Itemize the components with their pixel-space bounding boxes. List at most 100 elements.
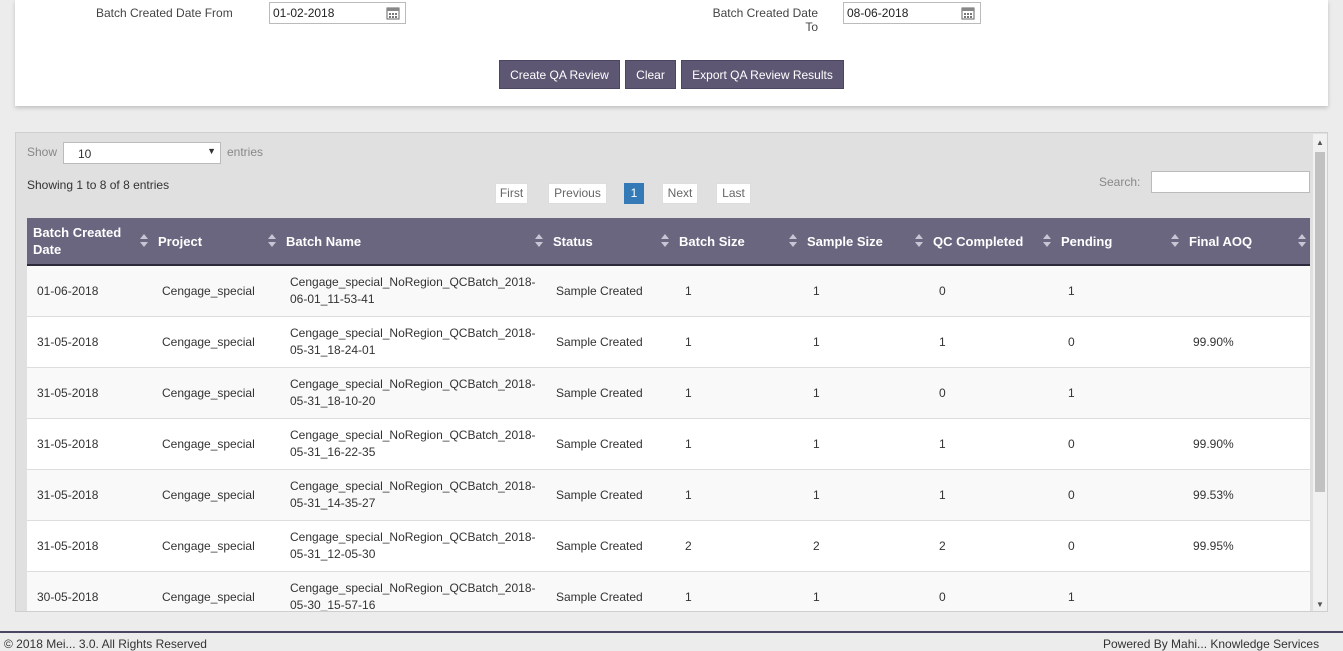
sort-arrows-icon[interactable] [535, 234, 543, 248]
sample-size-cell: 1 [813, 589, 820, 604]
vertical-scrollbar[interactable]: ▲ ▼ [1313, 134, 1327, 611]
sort-arrows-icon[interactable] [1171, 234, 1179, 248]
clear-button[interactable]: Clear [625, 60, 676, 89]
scrollbar-thumb[interactable] [1315, 152, 1325, 492]
date-from-input[interactable]: 01-02-2018 [269, 2, 406, 24]
pagination-first[interactable]: First [495, 183, 528, 204]
project-cell: Cengage_special [162, 487, 255, 502]
batch-name-cell: Cengage_special_NoRegion_QCBatch_2018-05… [290, 530, 536, 561]
date-to-value: 08-06-2018 [847, 6, 909, 20]
table-body: 01-06-2018 Cengage_special Cengage_special… [27, 266, 1310, 611]
batch-created-date-cell: 01-06-2018 [37, 283, 99, 298]
entries-select-value: 10 [78, 147, 92, 161]
pagination-next[interactable]: Next [662, 183, 698, 204]
column-header-label: QC Completed [933, 233, 1024, 249]
sample-size-cell: 1 [813, 385, 820, 400]
status-cell: Sample Created [556, 589, 643, 604]
batch-name-cell: Cengage_special_NoRegion_QCBatch_2018-05… [290, 326, 536, 357]
pending-cell: 0 [1068, 436, 1075, 451]
table-row: 31-05-2018 Cengage_special Cengage_special… [27, 419, 1310, 470]
batch-size-cell: 1 [685, 283, 692, 298]
column-header-label: Project [158, 233, 203, 249]
pagination-last[interactable]: Last [716, 183, 751, 204]
scroll-up-icon[interactable]: ▲ [1316, 138, 1324, 147]
sort-arrows-icon[interactable] [789, 234, 797, 248]
table-row: 31-05-2018 Cengage_special Cengage_special… [27, 317, 1310, 368]
status-cell: Sample Created [556, 487, 643, 502]
column-header-pending[interactable]: Pending [1055, 218, 1183, 264]
calendar-icon[interactable] [961, 6, 975, 20]
table-row: 30-05-2018 Cengage_special Cengage_special… [27, 572, 1310, 611]
qc-completed-cell: 1 [939, 334, 946, 349]
pagination-page-1[interactable]: 1 [624, 183, 644, 204]
column-header-batch-size[interactable]: Batch Size [673, 218, 801, 264]
final-aoq-cell: 99.90% [1193, 334, 1234, 349]
date-to-label-line1: Batch Created Date [712, 6, 818, 20]
create-qa-review-button[interactable]: Create QA Review [499, 60, 620, 89]
batch-size-cell: 1 [685, 385, 692, 400]
column-header-sample-size[interactable]: Sample Size [801, 218, 927, 264]
scroll-down-icon[interactable]: ▼ [1316, 600, 1324, 609]
date-to-input[interactable]: 08-06-2018 [843, 2, 981, 24]
search-label: Search: [1099, 175, 1141, 189]
batch-created-date-cell: 30-05-2018 [37, 589, 99, 604]
pagination-previous[interactable]: Previous [548, 183, 607, 204]
date-from-label: Batch Created Date From [96, 6, 233, 20]
project-cell: Cengage_special [162, 538, 255, 553]
results-table-panel: Show 10 ▼ entries Showing 1 to 8 of 8 en… [15, 132, 1328, 612]
column-header-label: Batch Created Date [33, 225, 122, 257]
project-cell: Cengage_special [162, 334, 255, 349]
status-cell: Sample Created [556, 538, 643, 553]
column-header-project[interactable]: Project [152, 218, 280, 264]
column-header-label: Status [553, 233, 593, 249]
pending-cell: 0 [1068, 538, 1075, 553]
sample-size-cell: 1 [813, 334, 820, 349]
table-info: Showing 1 to 8 of 8 entries [27, 178, 170, 192]
batch-size-cell: 1 [685, 436, 692, 451]
column-header-batch-name[interactable]: Batch Name [280, 218, 547, 264]
show-label: Show [27, 145, 58, 159]
pending-cell: 0 [1068, 487, 1075, 502]
column-header-label: Final AOQ [1189, 233, 1253, 249]
pending-cell: 1 [1068, 589, 1075, 604]
export-qa-review-results-button[interactable]: Export QA Review Results [681, 60, 844, 89]
qc-completed-cell: 2 [939, 538, 946, 553]
column-header-label: Batch Name [286, 233, 362, 249]
table-header: Batch Created Date Project Batch Name Statu… [27, 218, 1310, 266]
column-header-batch-created-date[interactable]: Batch Created Date [27, 218, 152, 264]
footer-powered-by: Powered By Mahi... Knowledge Services [1103, 637, 1320, 651]
column-header-label: Batch Size [679, 233, 745, 249]
status-cell: Sample Created [556, 283, 643, 298]
search-input[interactable] [1151, 171, 1310, 193]
date-to-label-line2: To [805, 20, 818, 34]
qc-completed-cell: 0 [939, 283, 946, 298]
status-cell: Sample Created [556, 436, 643, 451]
qc-completed-cell: 0 [939, 385, 946, 400]
sort-arrows-icon[interactable] [1043, 234, 1051, 248]
final-aoq-cell: 99.53% [1193, 487, 1234, 502]
batch-created-date-cell: 31-05-2018 [37, 334, 99, 349]
batch-created-date-cell: 31-05-2018 [37, 487, 99, 502]
batch-created-date-cell: 31-05-2018 [37, 436, 99, 451]
project-cell: Cengage_special [162, 283, 255, 298]
sort-arrows-icon[interactable] [140, 234, 148, 248]
table-row: 31-05-2018 Cengage_special Cengage_special… [27, 521, 1310, 572]
sort-arrows-icon[interactable] [661, 234, 669, 248]
entries-label: entries [227, 145, 264, 159]
qc-completed-cell: 1 [939, 436, 946, 451]
status-cell: Sample Created [556, 334, 643, 349]
sort-arrows-icon[interactable] [1298, 234, 1306, 248]
batch-size-cell: 1 [685, 334, 692, 349]
column-header-qc-completed[interactable]: QC Completed [927, 218, 1055, 264]
sort-arrows-icon[interactable] [915, 234, 923, 248]
project-cell: Cengage_special [162, 589, 255, 604]
project-cell: Cengage_special [162, 436, 255, 451]
sort-arrows-icon[interactable] [268, 234, 276, 248]
status-cell: Sample Created [556, 385, 643, 400]
date-from-value: 01-02-2018 [273, 6, 335, 20]
column-header-final-aoq[interactable]: Final AOQ [1183, 218, 1310, 264]
column-header-status[interactable]: Status [547, 218, 673, 264]
entries-select[interactable]: 10 ▼ [63, 142, 221, 164]
calendar-icon[interactable] [386, 6, 400, 20]
final-aoq-cell: 99.90% [1193, 436, 1234, 451]
